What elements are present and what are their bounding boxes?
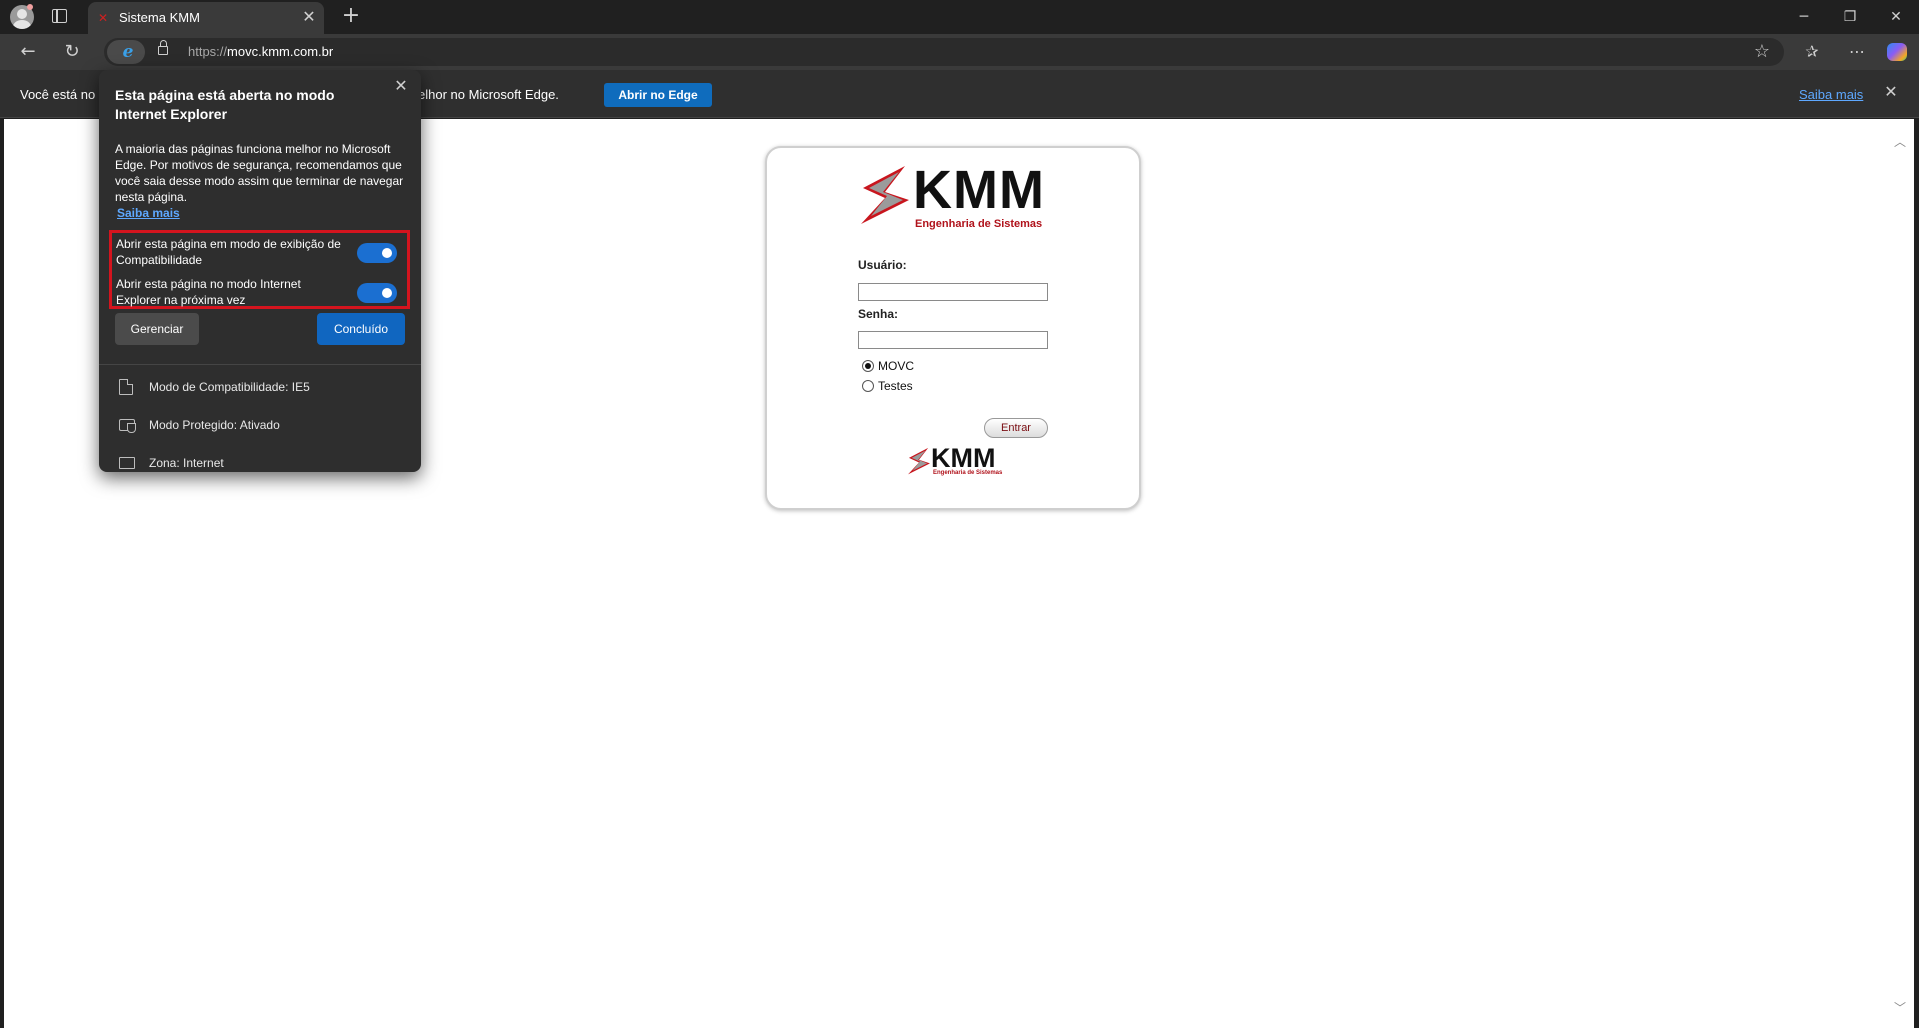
radio-movc-label: MOVC [878,359,914,373]
zone-detail: Zona: Internet [119,454,409,472]
logo-text: KMM [913,160,1045,220]
infobar-message-start: Você está no m [20,87,110,102]
password-input[interactable] [858,331,1048,349]
kmm-logo: KMM Engenharia de Sistemas [855,160,1055,232]
ie-mode-button[interactable]: e [107,40,145,64]
logo-subtitle: Engenharia de Sistemas [915,218,1043,230]
done-button[interactable]: Concluído [317,313,405,345]
popup-learn-more-link[interactable]: Saiba mais [117,206,180,220]
radio-testes-label: Testes [878,379,913,393]
scroll-up-icon[interactable]: ︿ [1894,133,1906,150]
password-label: Senha: [858,307,899,321]
kmm-favicon-icon: ✕ [98,11,109,25]
compat-mode-text: Modo de Compatibilidade: IE5 [149,380,310,394]
popup-title: Esta página está aberta no modo Internet… [115,87,335,122]
infobar-learn-more-link[interactable]: Saiba mais [1799,87,1863,102]
refresh-icon[interactable]: ↻ [60,40,84,64]
popup-body: A maioria das páginas funciona melhor no… [115,142,404,204]
zone-text: Zona: Internet [149,456,224,470]
popup-close-icon[interactable]: ✕ [391,76,411,96]
toggle-highlight-box: Abrir esta página em modo de exibição de… [109,230,410,309]
scroll-down-icon[interactable]: ﹀ [1894,999,1906,1016]
tab-strip: ✕ Sistema KMM ✕ + ─ ❐ ✕ [0,0,1919,34]
ie-next-time-toggle-label: Abrir esta página no modo Internet Explo… [116,277,301,307]
shield-icon [119,419,136,433]
internet-explorer-icon: e [122,42,134,62]
open-in-edge-button[interactable]: Abrir no Edge [604,83,712,107]
restore-icon[interactable]: ❐ [1827,0,1873,34]
browser-window: ✕ Sistema KMM ✕ + ─ ❐ ✕ ← ↻ e https://mo… [0,0,1919,1028]
address-bar[interactable]: e https://movc.kmm.com.br ☆ [104,38,1784,66]
manage-button[interactable]: Gerenciar [115,313,199,345]
tab-title: Sistema KMM [119,10,200,25]
url-text[interactable]: https://movc.kmm.com.br [188,44,333,59]
ie-next-time-toggle[interactable] [357,283,397,303]
compat-mode-detail: Modo de Compatibilidade: IE5 [119,378,409,398]
login-submit-button[interactable]: Entrar [984,418,1048,438]
infobar-close-icon[interactable]: ✕ [1881,82,1901,102]
kmm-footer-swoosh-icon [908,447,930,475]
infobar-message-end: elhor no Microsoft Edge. [418,87,559,102]
popup-divider [99,364,421,365]
kmm-swoosh-icon [861,166,909,224]
address-toolbar: ← ↻ e https://movc.kmm.com.br ☆ ✰ ⋯ [0,34,1919,70]
window-close-icon[interactable]: ✕ [1873,0,1919,34]
document-icon [119,379,133,395]
back-icon[interactable]: ← [16,40,40,64]
minimize-icon[interactable]: ─ [1781,0,1827,34]
protected-mode-detail: Modo Protegido: Ativado [119,416,409,436]
ie-mode-popup: ✕ Esta página está aberta no modo Intern… [99,70,421,472]
tab-sistema-kmm[interactable]: ✕ Sistema KMM ✕ [88,2,324,34]
compat-view-toggle-row[interactable]: Abrir esta página em modo de exibição de… [116,236,406,270]
tab-close-icon[interactable]: ✕ [300,8,318,26]
radio-movc[interactable] [862,360,874,372]
monitor-icon [119,457,135,469]
footer-logo-subtitle: Engenharia de Sistemas [933,470,1003,476]
user-label: Usuário: [858,258,907,272]
user-input[interactable] [858,283,1048,301]
kmm-footer-logo: KMM Engenharia de Sistemas [905,443,1005,480]
new-tab-icon[interactable]: + [340,5,362,27]
compat-view-toggle[interactable] [357,243,397,263]
favorites-icon[interactable]: ✰ [1800,40,1824,64]
profile-notification-dot [27,4,33,10]
vertical-tabs-icon[interactable] [52,9,67,23]
copilot-icon[interactable] [1887,43,1907,61]
favorite-star-icon[interactable]: ☆ [1754,41,1770,63]
protected-mode-text: Modo Protegido: Ativado [149,418,280,432]
lock-icon[interactable] [158,40,168,55]
more-options-icon[interactable]: ⋯ [1845,40,1869,64]
compat-view-toggle-label: Abrir esta página em modo de exibição de… [116,237,341,267]
login-card: KMM Engenharia de Sistemas Usuário: Senh… [765,146,1141,510]
radio-testes[interactable] [862,380,874,392]
ie-next-time-toggle-row[interactable]: Abrir esta página no modo Internet Explo… [116,276,406,310]
